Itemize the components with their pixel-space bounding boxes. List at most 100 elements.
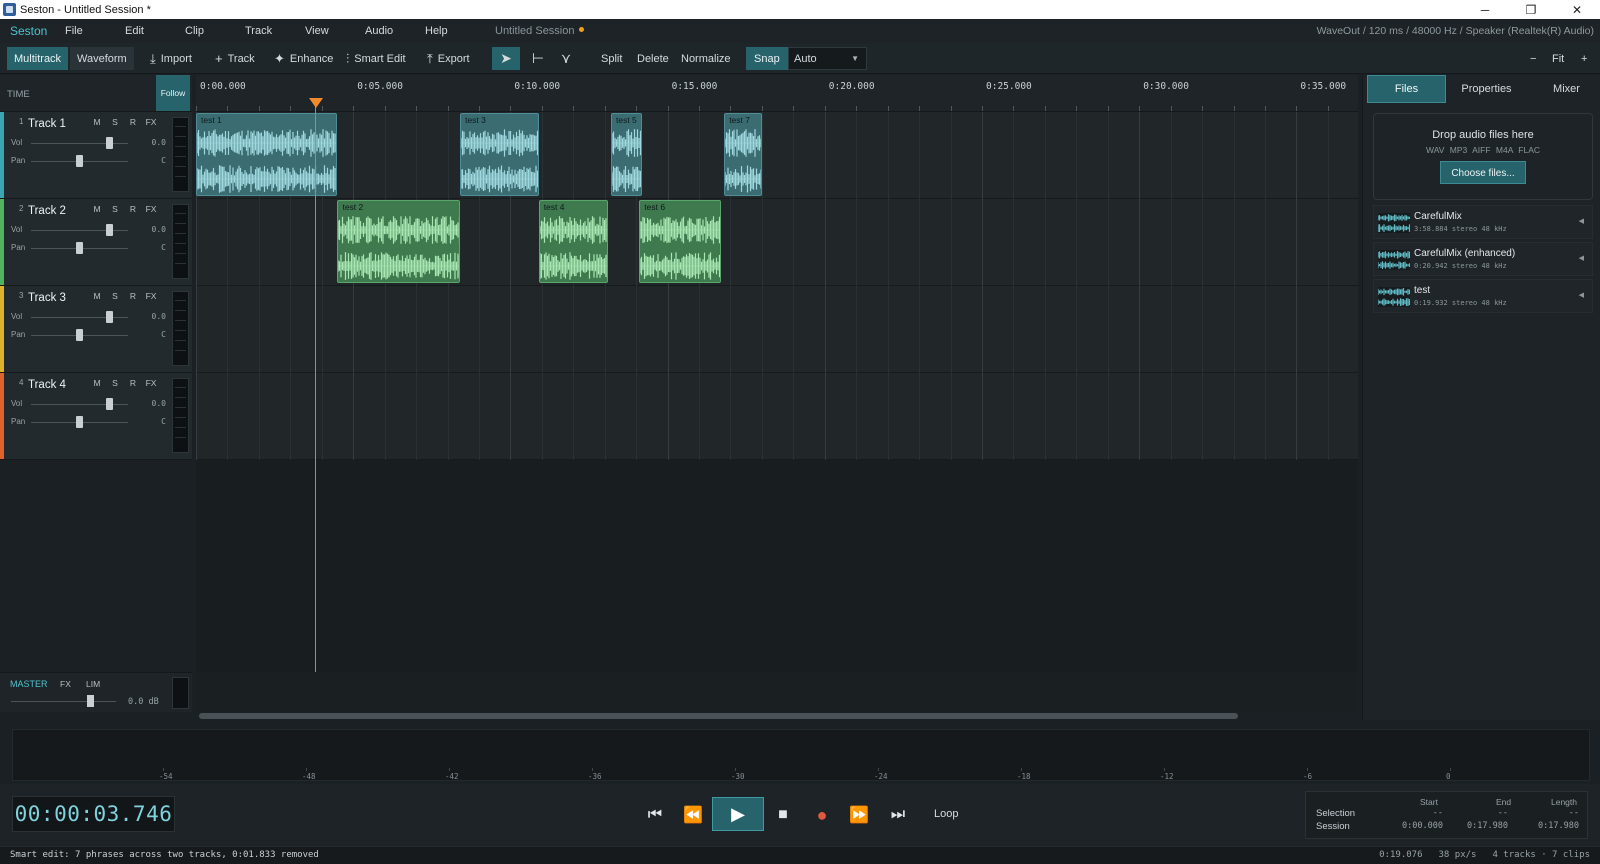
playhead-marker-icon[interactable] bbox=[309, 98, 323, 108]
volume-slider[interactable] bbox=[31, 143, 128, 144]
pan-knob[interactable] bbox=[76, 242, 83, 254]
record-arm-button[interactable]: R bbox=[124, 117, 142, 127]
split-button[interactable]: Split bbox=[601, 47, 622, 70]
track-lanes[interactable]: test 1 test 3 test 5 test 7 test 2 test 4 test… bbox=[196, 112, 1358, 672]
go-to-start-button[interactable]: ⏮ bbox=[641, 800, 669, 830]
maximize-button[interactable]: ❐ bbox=[1508, 3, 1554, 17]
multitrack-view-button[interactable]: Multitrack bbox=[7, 47, 69, 70]
loop-toggle[interactable]: Loop bbox=[934, 808, 958, 820]
stop-button[interactable]: ■ bbox=[769, 800, 797, 830]
track-fx-button[interactable]: FX bbox=[142, 378, 160, 388]
tab-files[interactable]: Files bbox=[1367, 75, 1446, 103]
audio-clip[interactable]: test 6 bbox=[639, 200, 722, 283]
track-name[interactable]: Track 4 bbox=[28, 379, 66, 391]
mute-button[interactable]: M bbox=[88, 117, 106, 127]
file-drop-zone[interactable]: Drop audio files here WAV MP3 AIFF M4A F… bbox=[1373, 113, 1593, 200]
timeline-ruler[interactable]: 0:00.000 0:05.000 0:10.000 0:15.000 0:20.000… bbox=[196, 75, 1358, 112]
file-menu-icon[interactable]: ◀ bbox=[1579, 291, 1584, 299]
choose-files-button[interactable]: Choose files... bbox=[1440, 161, 1526, 184]
mute-button[interactable]: M bbox=[88, 378, 106, 388]
zoom-in-button[interactable]: + bbox=[1581, 47, 1587, 70]
snap-toggle[interactable]: Snap bbox=[746, 47, 788, 70]
track-lane[interactable] bbox=[196, 112, 1358, 199]
mute-button[interactable]: M bbox=[88, 204, 106, 214]
track-fx-button[interactable]: FX bbox=[142, 204, 160, 214]
menu-track[interactable]: Track bbox=[245, 25, 305, 37]
master-limiter-button[interactable]: LIM bbox=[86, 679, 100, 689]
enhance-button[interactable]: ✦ Enhance bbox=[274, 47, 333, 70]
track-header[interactable]: 4 Track 4 M S R FX Vol 0.0 Pan C bbox=[0, 373, 192, 460]
track-header[interactable]: 2 Track 2 M S R FX Vol 0.0 Pan C bbox=[0, 199, 192, 286]
tab-mixer[interactable]: Mixer bbox=[1527, 75, 1600, 103]
zoom-out-button[interactable]: − bbox=[1530, 47, 1536, 70]
volume-knob[interactable] bbox=[106, 137, 113, 149]
zoom-fit-button[interactable]: Fit bbox=[1552, 47, 1564, 70]
record-arm-button[interactable]: R bbox=[124, 291, 142, 301]
record-button[interactable]: ● bbox=[808, 800, 836, 830]
menu-clip[interactable]: Clip bbox=[185, 25, 245, 37]
delete-button[interactable]: Delete bbox=[637, 47, 669, 70]
track-name[interactable]: Track 1 bbox=[28, 118, 66, 130]
smart-edit-button[interactable]: ⫶ Smart Edit bbox=[346, 47, 406, 70]
track-fx-button[interactable]: FX bbox=[142, 117, 160, 127]
file-menu-icon[interactable]: ◀ bbox=[1579, 217, 1584, 225]
minimize-button[interactable]: ─ bbox=[1462, 3, 1508, 17]
menu-audio[interactable]: Audio bbox=[365, 25, 425, 37]
menu-file[interactable]: File bbox=[65, 25, 125, 37]
export-button[interactable]: ⤒ Export bbox=[427, 47, 470, 70]
track-header[interactable]: 1 Track 1 M S R FX Vol 0.0 Pan C bbox=[0, 112, 192, 199]
file-list-item[interactable]: CarefulMix (enhanced) 0:20.942 stereo 48… bbox=[1373, 242, 1593, 276]
fast-forward-button[interactable]: ⏩ bbox=[845, 800, 873, 830]
track-name[interactable]: Track 2 bbox=[28, 205, 66, 217]
audio-clip[interactable]: test 2 bbox=[337, 200, 461, 283]
waveform-view-button[interactable]: Waveform bbox=[70, 47, 134, 70]
tab-properties[interactable]: Properties bbox=[1447, 75, 1526, 103]
track-fx-button[interactable]: FX bbox=[142, 291, 160, 301]
trim-tool-button[interactable]: ⊢ bbox=[524, 47, 552, 70]
mute-button[interactable]: M bbox=[88, 291, 106, 301]
master-volume-track[interactable] bbox=[11, 701, 116, 702]
pan-knob[interactable] bbox=[76, 416, 83, 428]
record-arm-button[interactable]: R bbox=[124, 378, 142, 388]
volume-slider[interactable] bbox=[31, 317, 128, 318]
audio-clip[interactable]: test 4 bbox=[538, 200, 608, 283]
select-tool-button[interactable]: ➤ bbox=[492, 47, 520, 70]
track-header[interactable]: 3 Track 3 M S R FX Vol 0.0 Pan C bbox=[0, 286, 192, 373]
follow-playhead-toggle[interactable]: Follow bbox=[156, 75, 190, 111]
volume-slider[interactable] bbox=[31, 404, 128, 405]
audio-clip[interactable]: test 7 bbox=[724, 113, 762, 196]
track-name[interactable]: Track 3 bbox=[28, 292, 66, 304]
volume-slider[interactable] bbox=[31, 230, 128, 231]
track-lane[interactable] bbox=[196, 286, 1358, 373]
menu-edit[interactable]: Edit bbox=[125, 25, 185, 37]
audio-clip[interactable]: test 1 bbox=[196, 113, 338, 196]
pan-knob[interactable] bbox=[76, 155, 83, 167]
pan-knob[interactable] bbox=[76, 329, 83, 341]
record-arm-button[interactable]: R bbox=[124, 204, 142, 214]
audio-clip[interactable]: test 3 bbox=[460, 113, 539, 196]
file-list-item[interactable]: CarefulMix 3:58.884 stereo 48 kHz ◀ bbox=[1373, 205, 1593, 239]
menu-help[interactable]: Help bbox=[425, 25, 485, 37]
solo-button[interactable]: S bbox=[106, 378, 124, 388]
play-button[interactable]: ▶ bbox=[712, 797, 764, 831]
close-button[interactable]: ✕ bbox=[1554, 3, 1600, 17]
master-volume-knob[interactable] bbox=[87, 695, 94, 707]
volume-knob[interactable] bbox=[106, 311, 113, 323]
volume-knob[interactable] bbox=[106, 224, 113, 236]
rewind-button[interactable]: ⏪ bbox=[679, 800, 707, 830]
file-menu-icon[interactable]: ◀ bbox=[1579, 254, 1584, 262]
file-list-item[interactable]: test 0:19.932 stereo 48 kHz ◀ bbox=[1373, 279, 1593, 313]
go-to-end-button[interactable]: ⏭ bbox=[884, 800, 912, 830]
playhead[interactable] bbox=[315, 103, 316, 672]
menu-view[interactable]: View bbox=[305, 25, 365, 37]
normalize-button[interactable]: Normalize bbox=[681, 47, 731, 70]
volume-knob[interactable] bbox=[106, 398, 113, 410]
split-tool-button[interactable]: ⋎ bbox=[552, 47, 580, 70]
add-track-button[interactable]: + Track bbox=[215, 47, 255, 70]
track-lane[interactable] bbox=[196, 373, 1358, 460]
horizontal-scrollbar[interactable] bbox=[199, 713, 1238, 719]
audio-clip[interactable]: test 5 bbox=[611, 113, 643, 196]
master-fx-button[interactable]: FX bbox=[60, 679, 71, 689]
solo-button[interactable]: S bbox=[106, 291, 124, 301]
import-button[interactable]: ⤓ Import bbox=[150, 47, 192, 70]
